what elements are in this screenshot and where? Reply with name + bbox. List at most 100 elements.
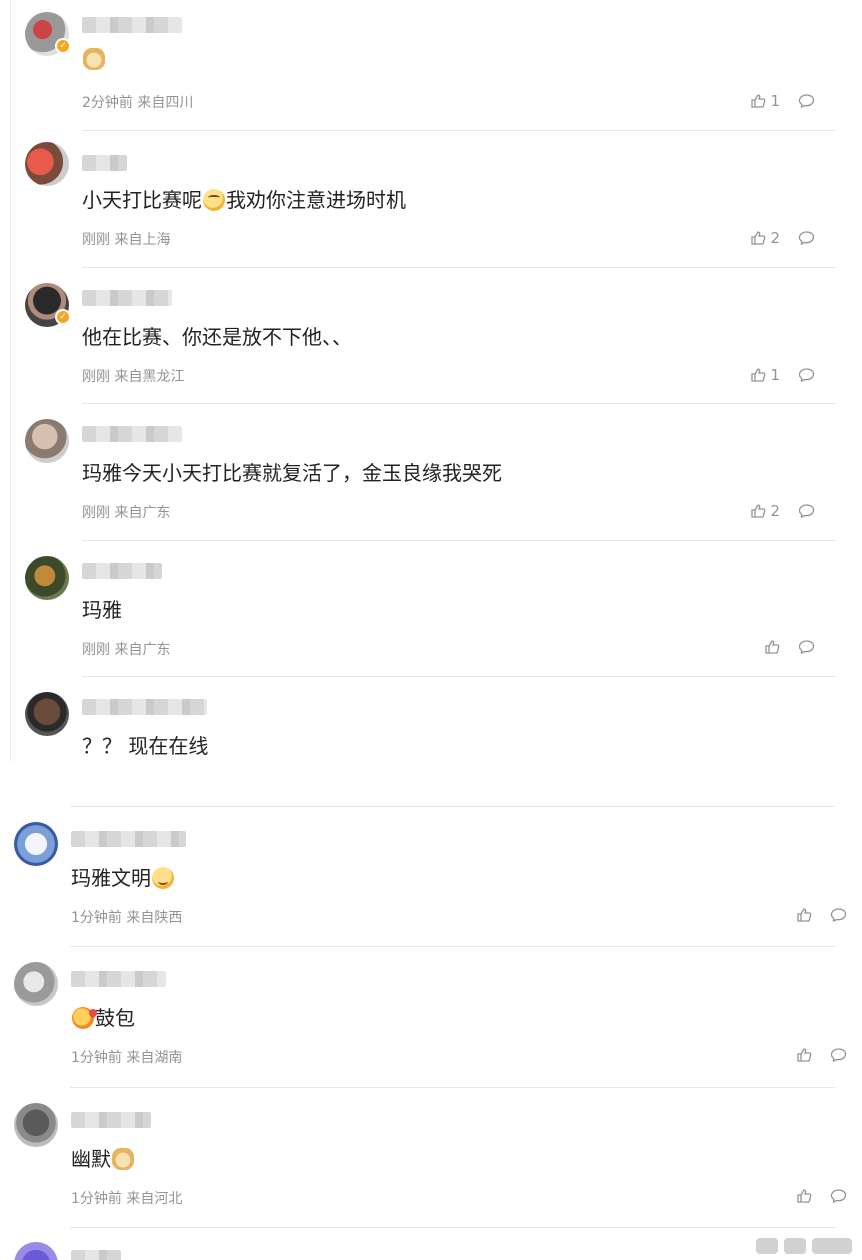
comment-list-primary: ✓ 2分钟前 来自四川 1 小天打比赛呢 我劝你注意进场时机 刚刚 来自上海 2…: [0, 0, 862, 770]
comment-time: 刚刚: [82, 232, 110, 248]
username[interactable]: [71, 1111, 151, 1129]
comment-meta: 2分钟前 来自四川: [82, 92, 193, 112]
comment-bubble-icon[interactable]: [830, 1047, 847, 1063]
comment-time: 刚刚: [82, 369, 110, 385]
avatar[interactable]: [25, 142, 69, 186]
like-button[interactable]: 2: [750, 229, 780, 247]
like-count: 1: [770, 92, 780, 110]
like-button[interactable]: 1: [750, 92, 780, 110]
sweat-smile-emoji-icon: [203, 189, 225, 211]
comment-text: ？？ 现在在线: [82, 732, 208, 760]
comment-item: 玛雅今天小天打比赛就复活了，金玉良缘我哭死 刚刚 来自广东 2: [25, 413, 815, 540]
comment-meta: 刚刚 来自黑龙江: [82, 366, 184, 386]
comment-text: 玛雅今天小天打比赛就复活了，金玉良缘我哭死: [82, 459, 502, 487]
thumbs-up-icon: [750, 503, 766, 519]
comment-text: 玛雅: [82, 596, 122, 624]
smile-emoji-icon: [152, 867, 174, 889]
username[interactable]: [82, 289, 172, 307]
thumbs-up-icon: [750, 230, 766, 246]
comment-bubble-icon[interactable]: [798, 367, 815, 383]
comment-text: [82, 48, 106, 70]
comment-text-part: 幽默: [71, 1147, 111, 1171]
verified-badge-icon: ✓: [55, 38, 71, 54]
username[interactable]: [71, 1249, 121, 1260]
divider: [70, 806, 835, 807]
comment-bubble-icon[interactable]: [798, 503, 815, 519]
thumbs-up-icon: [750, 93, 766, 109]
comment-item: 小天打比赛呢 我劝你注意进场时机 刚刚 来自上海 2: [25, 140, 815, 267]
divider: [70, 1227, 835, 1228]
avatar[interactable]: [14, 962, 58, 1006]
username[interactable]: [82, 425, 182, 443]
comment-text-part: 鼓包: [95, 1006, 135, 1030]
like-button[interactable]: [764, 639, 780, 655]
comment-actions: [796, 1188, 847, 1204]
kiss-emoji-icon: [72, 1007, 94, 1029]
avatar[interactable]: [14, 1103, 58, 1147]
comment-bubble-icon[interactable]: [830, 1188, 847, 1204]
comment-item: 玛雅文明 1分钟前 来自陕西: [14, 816, 847, 946]
comment-item: 幽默 1分钟前 来自河北: [14, 1097, 847, 1227]
comment-text: 鼓包: [71, 1004, 135, 1032]
comment-bubble-icon[interactable]: [798, 230, 815, 246]
comment-meta: 刚刚 来自广东: [82, 502, 170, 522]
comment-bubble-icon[interactable]: [798, 639, 815, 655]
like-count: 2: [770, 229, 780, 247]
avatar[interactable]: [25, 692, 69, 736]
like-button[interactable]: 1: [750, 366, 780, 384]
comment-location: 来自四川: [137, 95, 194, 111]
comment-location: 来自湖南: [126, 1050, 183, 1066]
username[interactable]: [82, 154, 127, 172]
avatar[interactable]: [14, 822, 58, 866]
comment-text-part: 我劝你注意进场时机: [226, 188, 406, 212]
comment-text-part: 小天打比赛呢: [82, 188, 202, 212]
comment-time: 刚刚: [82, 642, 110, 658]
verified-badge-icon: ✓: [55, 309, 71, 325]
comment-time: 1分钟前: [71, 1191, 122, 1207]
comment-text-part: ？？ 现在在线: [82, 734, 209, 758]
username[interactable]: [71, 970, 166, 988]
comment-meta: 刚刚 来自广东: [82, 639, 170, 659]
username[interactable]: [82, 698, 207, 716]
thumbs-up-icon[interactable]: [796, 1188, 812, 1204]
username[interactable]: [71, 830, 186, 848]
comment-meta: 刚刚 来自上海: [82, 229, 170, 249]
comment-time: 刚刚: [82, 505, 110, 521]
like-button[interactable]: 2: [750, 502, 780, 520]
comment-bubble-icon[interactable]: [798, 93, 815, 109]
comment-actions: 2: [750, 229, 815, 247]
comment-text: 他在比赛、你还是放不下他、、: [82, 323, 352, 351]
username[interactable]: [82, 16, 182, 34]
doge-emoji-icon: [83, 48, 105, 70]
comment-location: 来自广东: [114, 505, 171, 521]
thumbs-up-icon[interactable]: [796, 1047, 812, 1063]
comment-item: ✓ 2分钟前 来自四川 1: [25, 10, 815, 130]
avatar[interactable]: [14, 1242, 58, 1260]
comment-location: 来自黑龙江: [114, 369, 185, 385]
divider: [82, 267, 835, 268]
comment-time: 2分钟前: [82, 95, 133, 111]
comment-location: 来自河北: [126, 1191, 183, 1207]
comment-actions: 1: [750, 366, 815, 384]
comment-text: 小天打比赛呢 我劝你注意进场时机: [82, 186, 406, 214]
comment-item: ✓ 他在比赛、你还是放不下他、、 刚刚 来自黑龙江 1: [25, 277, 815, 404]
watermark-logo: [756, 1238, 852, 1254]
username[interactable]: [82, 562, 162, 580]
thumbs-up-icon: [764, 639, 780, 655]
thumbs-up-icon[interactable]: [796, 907, 812, 923]
comment-list-secondary: 玛雅文明 1分钟前 来自陕西 鼓包 1分钟前 来自湖南 幽默 1分钟前 来自河北: [0, 790, 862, 1260]
divider: [70, 1087, 835, 1088]
divider: [82, 540, 835, 541]
thumbs-up-icon: [750, 367, 766, 383]
comment-actions: 2: [750, 502, 815, 520]
comment-item: 玛雅 刚刚 来自广东: [25, 550, 815, 677]
comment-text-part: 玛雅: [82, 598, 122, 622]
comment-bubble-icon[interactable]: [830, 907, 847, 923]
comment-location: 来自上海: [114, 232, 171, 248]
comment-text: 幽默: [71, 1145, 135, 1173]
avatar[interactable]: [25, 419, 69, 463]
doge-emoji-icon: [112, 1148, 134, 1170]
avatar[interactable]: [25, 556, 69, 600]
like-count: 2: [770, 502, 780, 520]
comment-location: 来自陕西: [126, 910, 183, 926]
